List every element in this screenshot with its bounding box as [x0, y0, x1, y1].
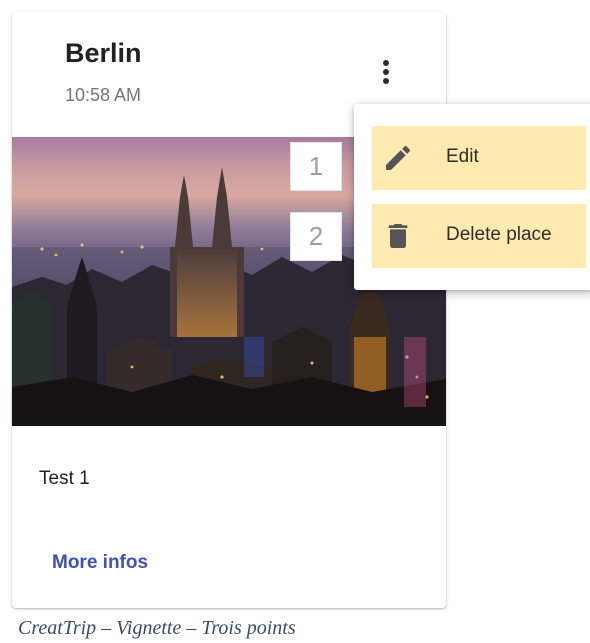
trash-icon: [382, 220, 414, 252]
more-options-button[interactable]: [368, 54, 404, 90]
more-infos-link[interactable]: More infos: [52, 552, 148, 574]
pencil-icon: [382, 142, 414, 174]
menu-item-label: Edit: [446, 146, 479, 167]
options-menu: Edit Delete place: [354, 104, 590, 290]
figure-caption: CreatTrip – Vignette – Trois points: [18, 617, 296, 639]
more-vert-icon: [383, 60, 389, 66]
menu-item-edit[interactable]: Edit: [372, 126, 586, 190]
step-callout-2: 2: [290, 212, 342, 261]
step-callout-1: 1: [290, 142, 342, 191]
menu-item-label: Delete place: [446, 224, 552, 245]
place-card: Berlin 10:58 AM Test 1 More infos: [12, 12, 446, 608]
place-time: 10:58 AM: [65, 85, 142, 105]
place-description: Test 1: [39, 468, 90, 489]
place-title: Berlin: [65, 38, 142, 68]
menu-item-delete-place[interactable]: Delete place: [372, 204, 586, 268]
